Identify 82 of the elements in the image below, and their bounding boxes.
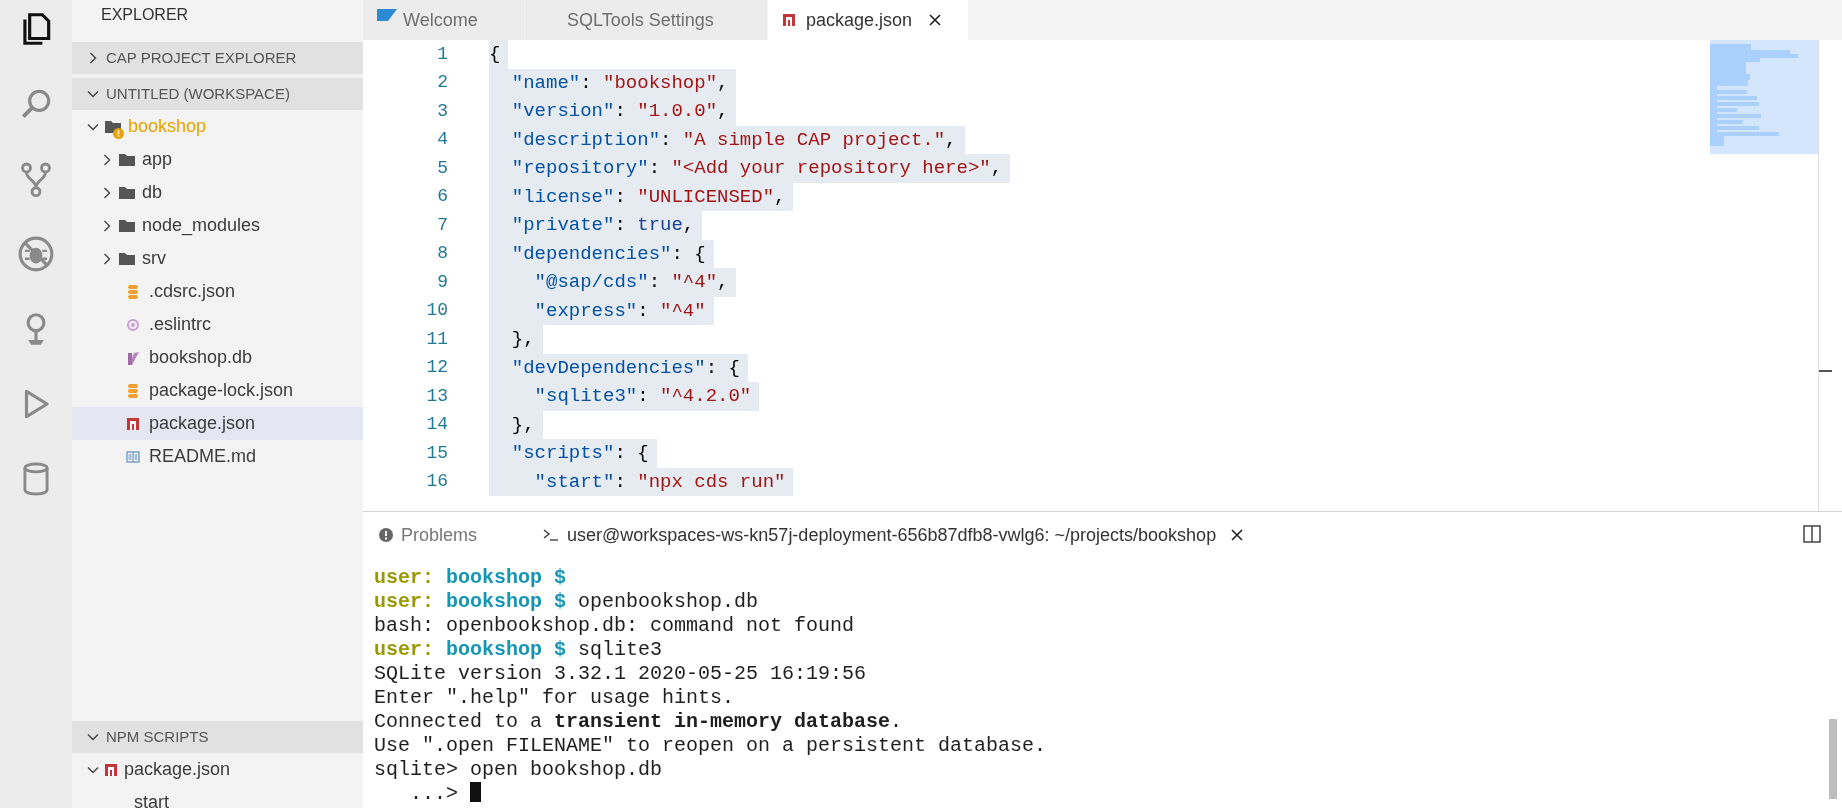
line-number: 3 — [436, 99, 448, 123]
file-name: package-lock.json — [149, 379, 294, 402]
file-name: .cdsrc.json — [149, 280, 236, 303]
line-number: 1 — [436, 42, 448, 66]
line-number: 15 — [425, 441, 448, 465]
section-header[interactable]: UNTITLED (WORKSPACE) — [72, 78, 363, 110]
terminal-line: SQLite version 3.32.1 2020-05-25 16:19:56 — [374, 662, 867, 686]
line-number: 16 — [425, 470, 448, 494]
file-name: bookshop — [128, 115, 207, 138]
package-icon — [126, 415, 140, 432]
line-number: 4 — [436, 128, 448, 152]
section-header[interactable]: CAP PROJECT EXPLORER — [72, 42, 363, 74]
line-number: 2 — [436, 71, 448, 95]
file-name: package.json — [124, 758, 231, 781]
file-name: package.json — [149, 412, 256, 435]
tree-item[interactable]: package.json — [72, 407, 363, 440]
file-name: start — [134, 791, 169, 808]
line-number: 5 — [436, 156, 448, 180]
tree-item[interactable]: .eslintrc — [72, 308, 363, 341]
file-name: bookshop.db — [149, 346, 253, 369]
folder-icon — [118, 217, 136, 234]
line-number: 14 — [425, 413, 448, 437]
package-icon — [782, 12, 796, 28]
terminal-line: Use ".open FILENAME" to reopen on a persistent database. — [374, 734, 1047, 758]
scrollbar[interactable] — [1829, 719, 1837, 799]
tree-item[interactable]: bookshop.db — [72, 341, 363, 374]
panel-tab[interactable]: Problems — [363, 512, 530, 558]
debug-icon[interactable] — [17, 235, 55, 273]
stack-icon — [126, 283, 140, 300]
sidebar-title: EXPLORER — [100, 5, 190, 25]
tree-item[interactable]: node_modules — [72, 209, 363, 242]
section-title: NPM SCRIPTS — [106, 726, 209, 747]
line-number: 9 — [436, 270, 448, 294]
tree-item[interactable]: .cdsrc.json — [72, 275, 363, 308]
tree-item[interactable]: app — [72, 143, 363, 176]
file-name: db — [142, 181, 163, 204]
tree-item[interactable]: start — [72, 786, 363, 808]
terminal-line: ...> — [409, 782, 458, 806]
feather-icon — [126, 349, 140, 366]
terminal-line: sqlite> open bookshop.db — [374, 758, 663, 782]
tree-item[interactable]: srv — [72, 242, 363, 275]
line-number: 7 — [436, 213, 448, 237]
folder-icon — [118, 151, 136, 168]
cursor-marker — [1819, 370, 1832, 372]
line-number: 6 — [436, 185, 448, 209]
close-icon[interactable] — [1230, 528, 1245, 542]
file-name: app — [142, 148, 173, 171]
terminal-line: Enter ".help" for usage hints. — [374, 686, 735, 710]
terminal-line: Connected to a transient in-memory database. — [374, 710, 903, 734]
file-name: README.md — [149, 445, 256, 468]
alert-icon — [379, 528, 393, 542]
file-name: srv — [142, 247, 166, 270]
file-name: node_modules — [142, 214, 261, 238]
book-icon — [126, 448, 140, 465]
stack-icon — [126, 382, 140, 399]
split-panel-icon[interactable] — [1803, 525, 1821, 543]
terminal-line: user: bookshop $ openbookshop.db — [374, 590, 759, 614]
tree-item[interactable]: README.md — [72, 440, 363, 473]
folder-icon — [118, 184, 136, 201]
tree-item[interactable]: db — [72, 176, 363, 209]
line-number: 13 — [425, 384, 448, 408]
line-number: 12 — [425, 356, 448, 380]
tree-item[interactable]: package-lock.json — [72, 374, 363, 407]
line-number: 11 — [425, 327, 448, 351]
package-icon — [104, 761, 118, 778]
panel-tab[interactable]: user@workspaces-ws-kn57j-deployment-656b87dfb8-vwlg6: ~/projects/bookshop — [529, 512, 1245, 558]
file-name: .eslintrc — [149, 313, 211, 336]
terminal-line: user: bookshop $ — [374, 566, 567, 590]
terminal-line: user: bookshop $ sqlite3 — [374, 638, 663, 662]
editor-tab[interactable]: Welcome — [363, 0, 525, 40]
section-title: UNTITLED (WORKSPACE) — [106, 83, 290, 104]
terminal-line: bash: openbookshop.db: command not found — [374, 614, 855, 638]
section-title: CAP PROJECT EXPLORER — [106, 47, 297, 68]
folder-icon — [118, 250, 136, 267]
line-number: 8 — [436, 242, 448, 266]
line-number: 10 — [425, 299, 448, 323]
terminal-icon — [543, 528, 560, 542]
editor-tab[interactable]: package.json — [768, 0, 968, 40]
close-icon[interactable] — [928, 13, 943, 27]
section-header[interactable]: NPM SCRIPTS — [72, 721, 363, 753]
editor-tab[interactable]: SQLTools Settings — [525, 0, 768, 40]
tree-item[interactable]: package.json — [72, 753, 363, 786]
